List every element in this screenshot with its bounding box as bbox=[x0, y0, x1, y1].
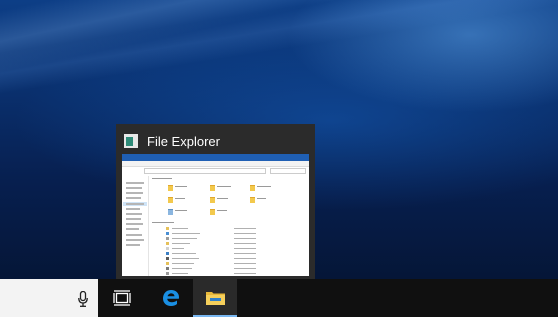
preview-title: File Explorer bbox=[147, 133, 220, 149]
file-explorer-icon bbox=[124, 134, 138, 148]
thumbnail-titlebar bbox=[122, 154, 309, 161]
window-thumbnail[interactable] bbox=[122, 154, 309, 276]
thumbnail-search-box bbox=[270, 168, 306, 174]
thumbnail-address-bar bbox=[144, 168, 266, 174]
thumbnail-ribbon bbox=[122, 161, 309, 167]
taskbar-thumbnail-preview[interactable]: File Explorer bbox=[116, 124, 315, 279]
search-box[interactable] bbox=[0, 279, 98, 317]
preview-header: File Explorer bbox=[124, 132, 220, 150]
file-explorer-taskbar-button[interactable] bbox=[193, 279, 237, 317]
taskbar bbox=[0, 279, 558, 317]
file-explorer-folder-icon bbox=[206, 292, 225, 305]
task-view-icon[interactable] bbox=[113, 289, 131, 307]
microphone-icon[interactable] bbox=[78, 291, 88, 307]
edge-icon[interactable] bbox=[162, 289, 180, 307]
thumbnail-navigation-pane bbox=[122, 176, 149, 276]
